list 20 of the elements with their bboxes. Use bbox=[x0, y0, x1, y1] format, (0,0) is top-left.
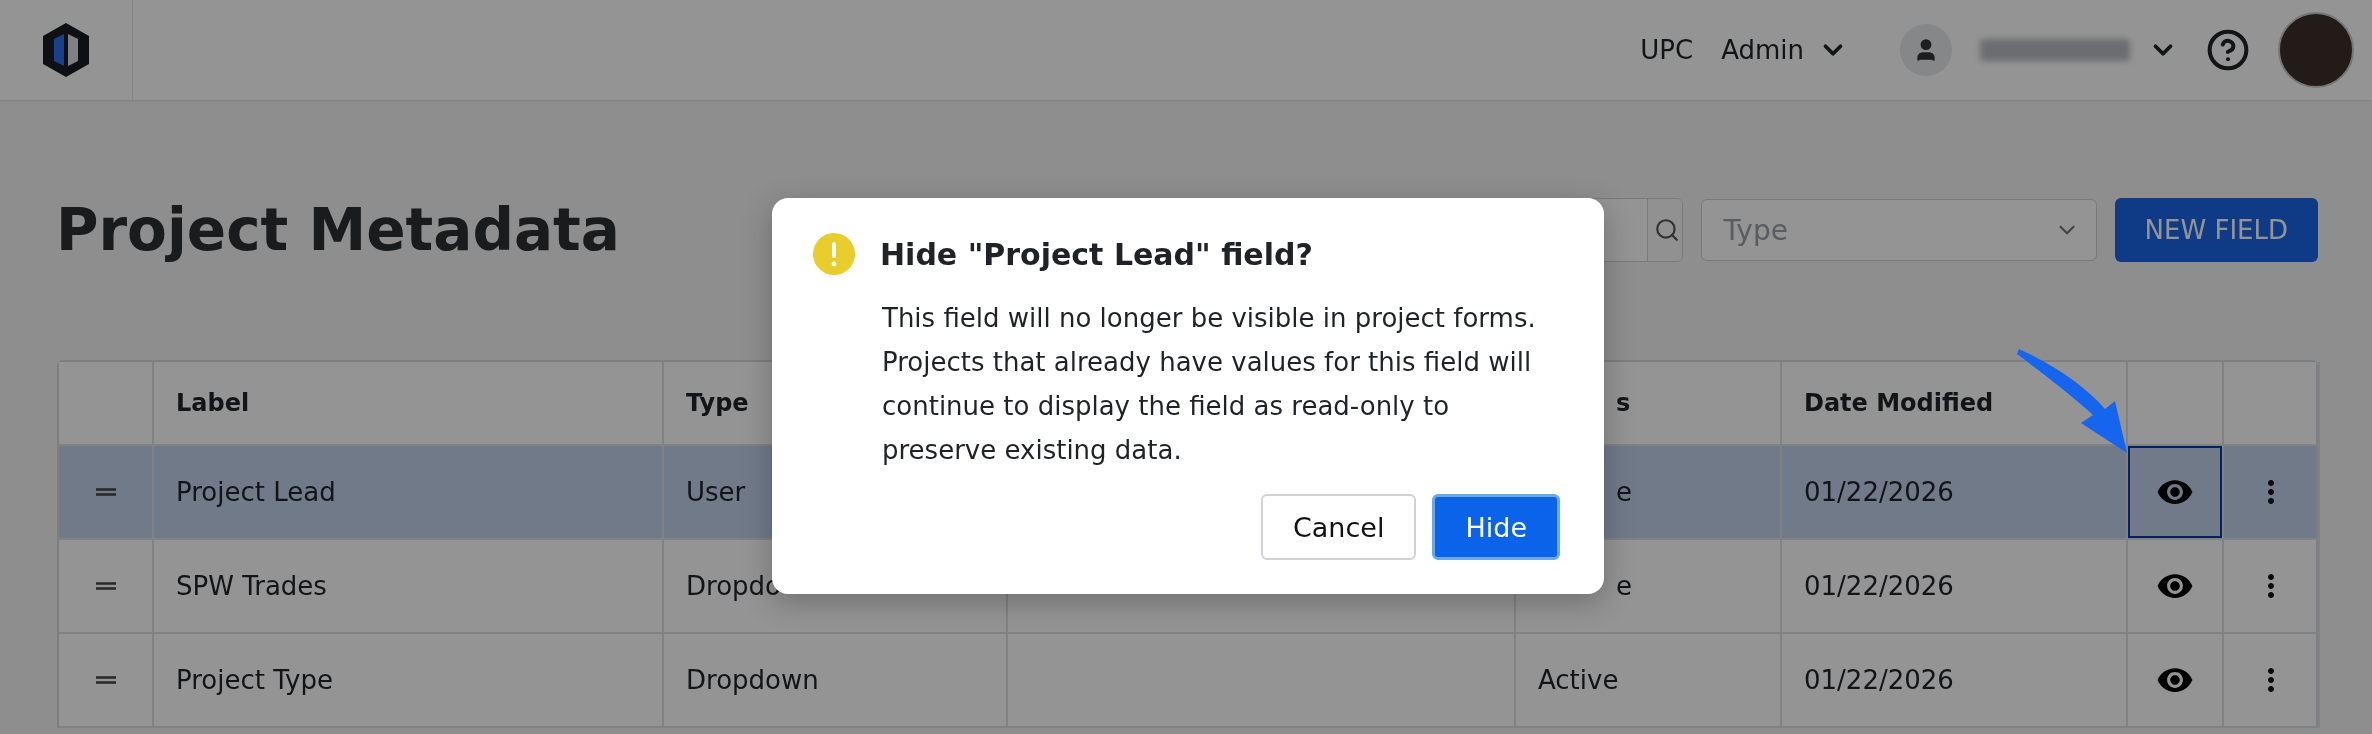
table-cell: Project Type bbox=[176, 665, 333, 695]
table-cell: User bbox=[686, 477, 746, 507]
table-cell: Dropdo bbox=[686, 571, 781, 601]
table-cell: Dropdown bbox=[686, 665, 819, 695]
table-cell: Active bbox=[1538, 665, 1619, 695]
table-cell: e bbox=[1616, 571, 1632, 601]
table-cell: 01/22/2026 bbox=[1804, 571, 1954, 601]
column-header: s bbox=[1616, 389, 1631, 417]
table-cell: e bbox=[1616, 477, 1632, 507]
column-header: Date Modified bbox=[1804, 389, 1994, 417]
table-cell: SPW Trades bbox=[176, 571, 327, 601]
dialog-title: Hide "Project Lead" field? bbox=[880, 236, 1313, 272]
table-cell: 01/22/2026 bbox=[1804, 665, 1954, 695]
table-cell: Project Lead bbox=[176, 477, 336, 507]
page-title: Project Metadata bbox=[56, 196, 620, 264]
table-cell: 01/22/2026 bbox=[1804, 477, 1954, 507]
organization-label: UPC bbox=[1640, 35, 1694, 65]
column-header: Label bbox=[176, 389, 250, 417]
column-header: Type bbox=[686, 389, 749, 417]
dialog-message: This field will no longer be visible in project forms. Projects that already have values for this field will continue to display the field as read-only to preserve existing data. bbox=[882, 302, 1537, 467]
